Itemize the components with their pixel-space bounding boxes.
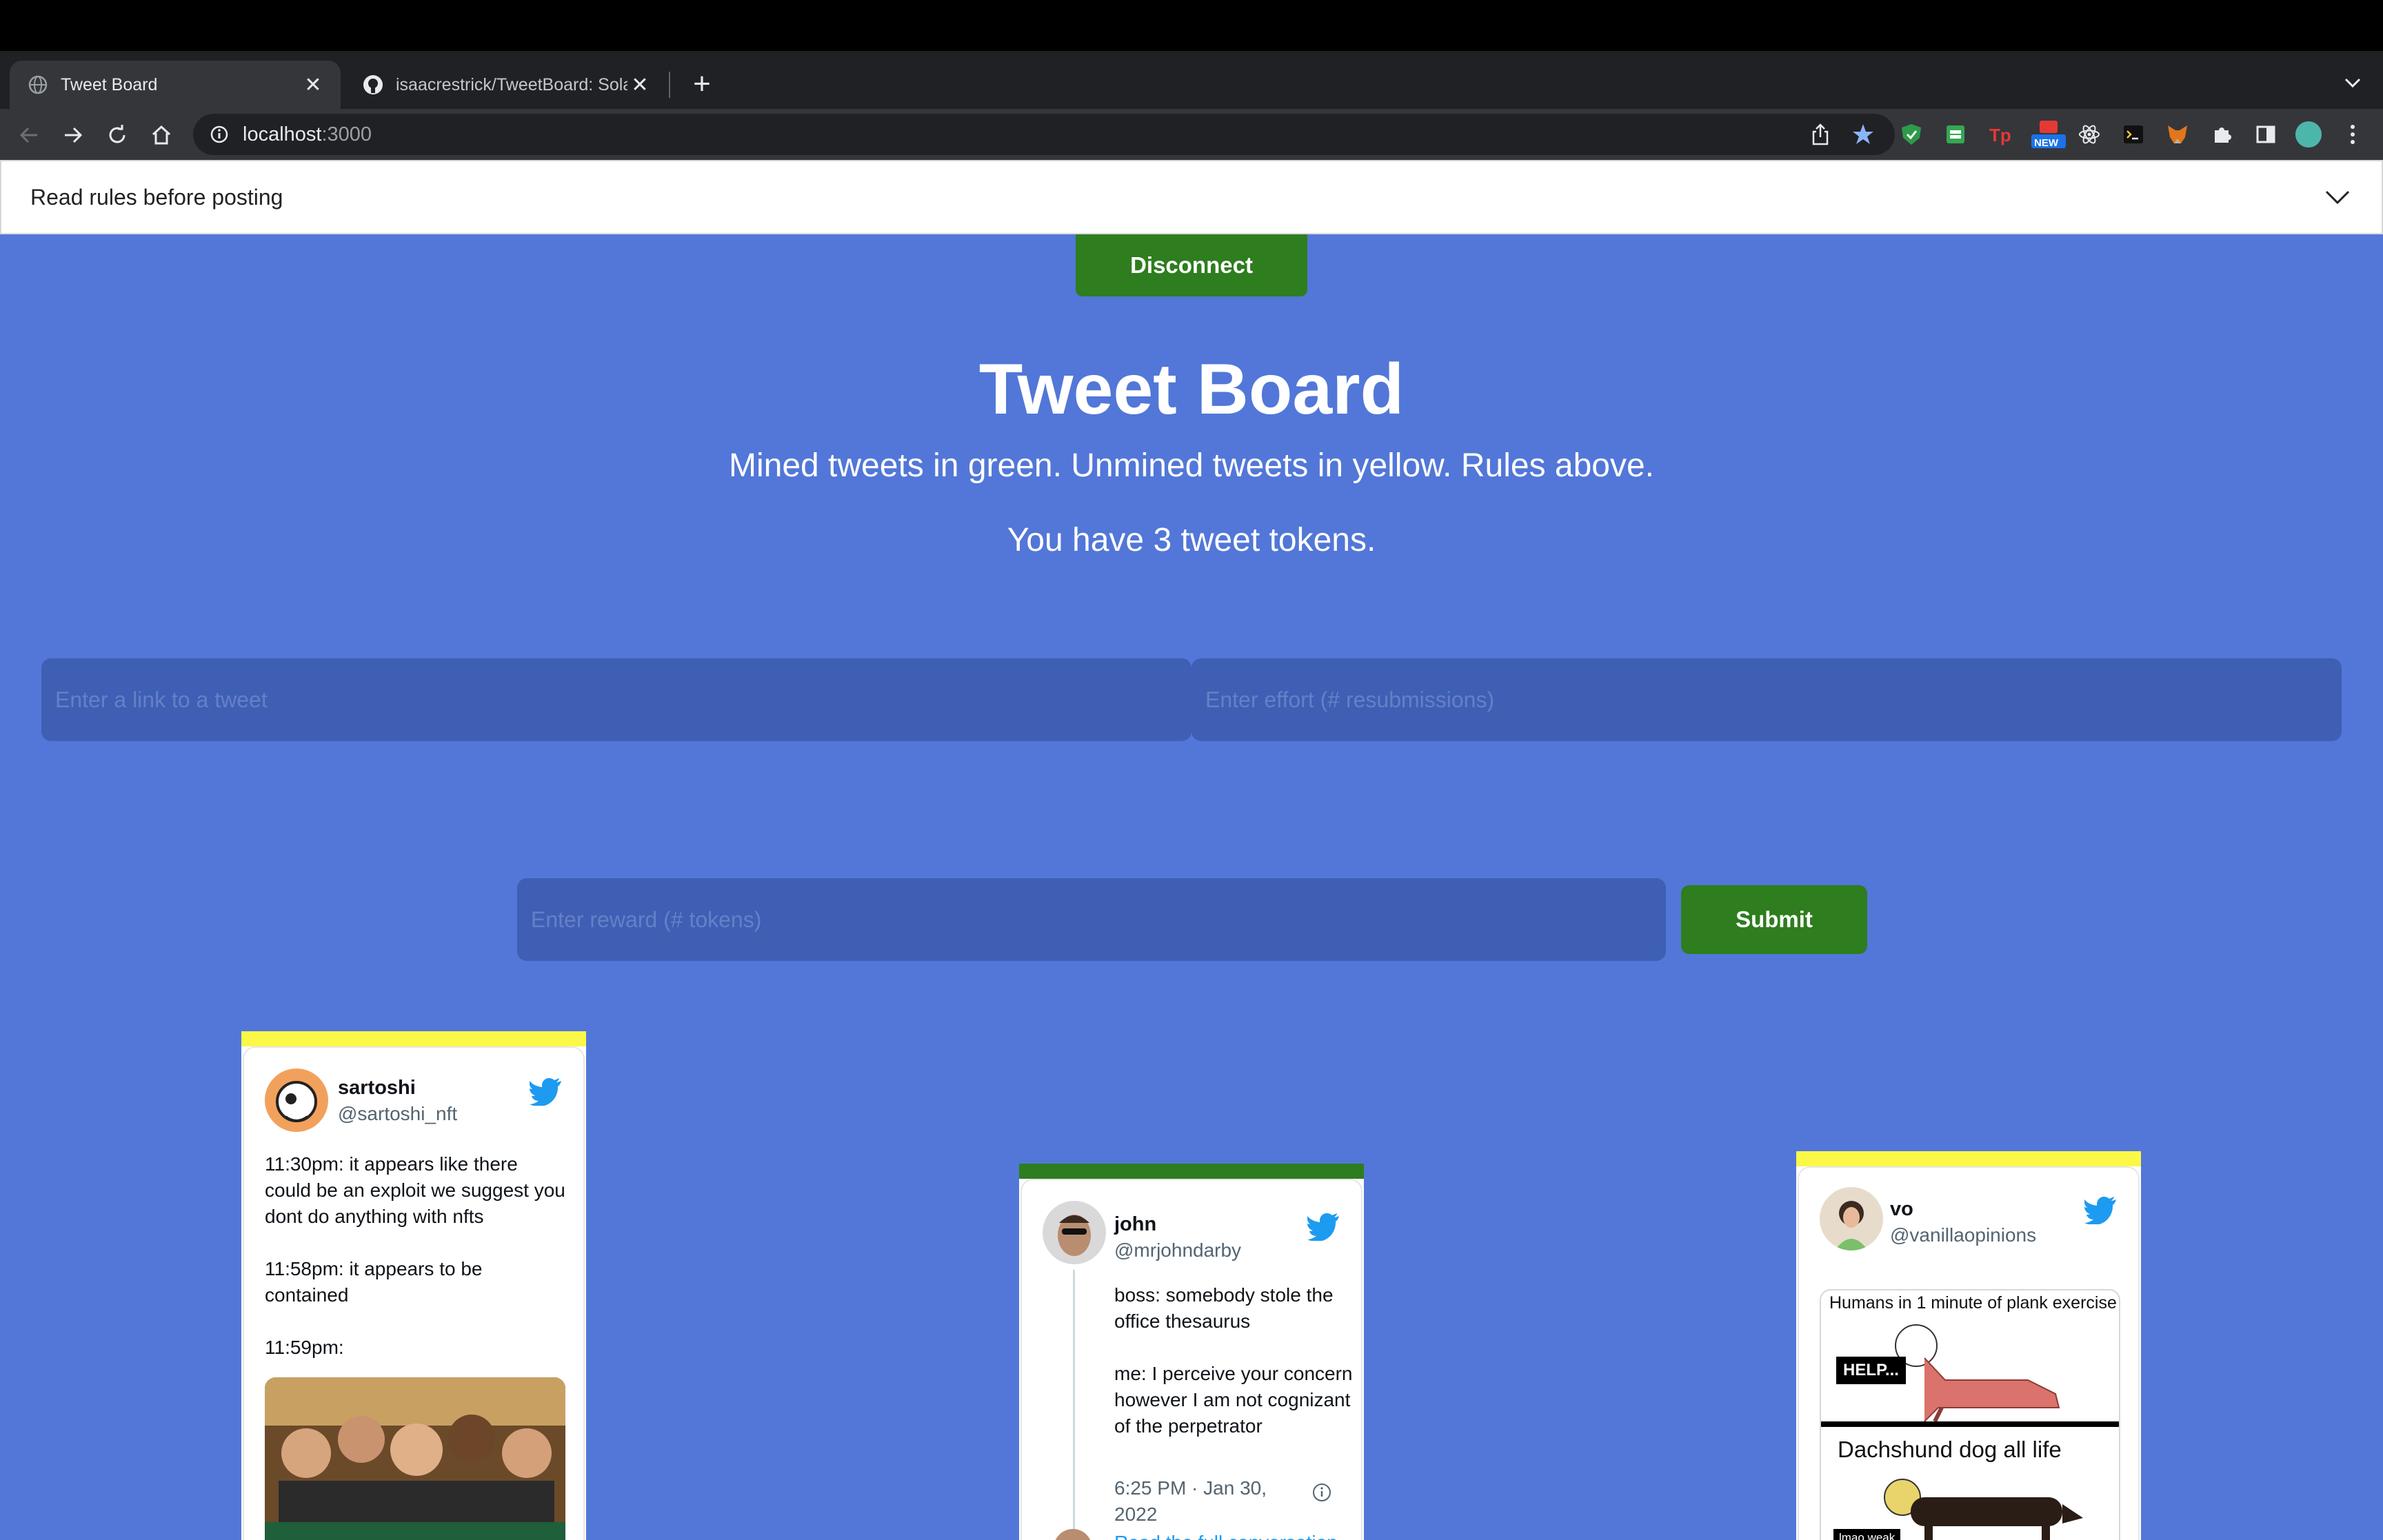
new-badge-label: NEW [2034, 137, 2058, 149]
tab-github[interactable]: isaacrestrick/TweetBoard: Sola ✕ [345, 61, 667, 109]
side-panel-icon[interactable] [2252, 121, 2280, 148]
mined-status-strip [1019, 1164, 1364, 1179]
twitter-bird-icon[interactable] [2084, 1195, 2118, 1224]
close-tab-icon[interactable]: ✕ [301, 72, 325, 97]
svg-text:Tp: Tp [1989, 125, 2011, 145]
tweet-photo[interactable] [265, 1377, 565, 1540]
react-devtools-icon[interactable] [2075, 121, 2103, 148]
bookmark-star-icon[interactable] [1849, 121, 1877, 148]
browser-toolbar: localhost:3000 Tp NEW [0, 109, 2383, 160]
avatar [1043, 1201, 1106, 1264]
twitter-bird-icon[interactable] [1307, 1212, 1340, 1241]
meme-tag-label: lmao weak [1833, 1529, 1901, 1540]
token-balance: You have 3 tweet tokens. [1007, 522, 1376, 558]
github-icon [363, 74, 383, 95]
close-tab-icon[interactable]: ✕ [627, 72, 652, 97]
tab-search-chevron-icon[interactable] [2339, 69, 2366, 97]
tweet-author-handle: @vanillaopinions [1890, 1224, 2037, 1246]
chevron-down-icon [2325, 190, 2350, 205]
profile-avatar-icon[interactable] [2295, 121, 2322, 148]
sheets-extension-icon[interactable] [1942, 121, 1969, 148]
window-titlebar [0, 0, 2383, 51]
home-icon[interactable] [145, 119, 178, 152]
tweet-text: 11:30pm: it appears like there could be … [265, 1153, 565, 1358]
meme-top-caption: Humans in 1 minute of plank exercise [1829, 1293, 2117, 1313]
tweet-card[interactable]: vo @vanillaopinions Humans in 1 minute o… [1796, 1151, 2141, 1540]
more-menu-icon[interactable] [2339, 121, 2366, 148]
tab-strip: Tweet Board ✕ isaacrestrick/TweetBoard: … [0, 51, 2383, 109]
unmined-status-strip [241, 1031, 586, 1046]
avatar [265, 1068, 328, 1132]
forward-icon[interactable] [57, 119, 90, 152]
reward-input[interactable] [517, 878, 1666, 961]
globe-icon [28, 74, 48, 95]
site-info-icon[interactable] [208, 123, 230, 145]
tweet-author-name: john [1114, 1213, 1157, 1235]
meme-help-label: HELP... [1836, 1357, 1906, 1384]
read-full-conversation-link[interactable]: Read the full conversation [1114, 1532, 1338, 1540]
unmined-status-strip [1796, 1151, 2141, 1166]
twitter-bird-icon[interactable] [530, 1077, 563, 1106]
reply-avatar [1054, 1529, 1092, 1540]
tweet-author-handle: @mrjohndarby [1114, 1239, 1242, 1261]
tab-title: Tweet Board [61, 74, 158, 94]
new-badge-extension-icon[interactable]: NEW [2030, 121, 2067, 149]
terminal-extension-icon[interactable] [2120, 121, 2147, 148]
meme-bottom-caption: Dachshund dog all life [1838, 1437, 2062, 1462]
tweet-meme-image[interactable]: Humans in 1 minute of plank exercise HEL… [1820, 1289, 2120, 1540]
tab-separator [669, 72, 670, 98]
effort-input[interactable] [1192, 658, 2342, 741]
tweet-card[interactable]: john @mrjohndarby boss: somebody stole t… [1019, 1164, 1364, 1540]
submit-button[interactable]: Submit [1681, 885, 1867, 954]
tweet-author-name: sartoshi [338, 1077, 416, 1099]
tweet-card[interactable]: sartoshi @sartoshi_nft 11:30pm: it appea… [241, 1031, 586, 1540]
tweet-link-input[interactable] [41, 658, 1192, 741]
thread-line [1073, 1270, 1075, 1539]
url-host: localhost [243, 123, 322, 145]
avatar [1820, 1187, 1883, 1250]
page-title: Tweet Board [978, 349, 1405, 429]
meme-divider [1821, 1421, 2119, 1427]
tab-title: isaacrestrick/TweetBoard: Sola [396, 74, 627, 94]
rules-accordion-label: Read rules before posting [30, 184, 283, 210]
tweet-text: boss: somebody stole the office thesauru… [1114, 1284, 1353, 1437]
back-icon[interactable] [12, 119, 46, 152]
page-subtitle: Mined tweets in green. Unmined tweets in… [728, 447, 1655, 484]
tweet-author-name: vo [1890, 1198, 1913, 1220]
tab-tweet-board[interactable]: Tweet Board ✕ [10, 61, 341, 109]
share-icon[interactable] [1807, 121, 1834, 148]
tweet-author-handle: @sartoshi_nft [338, 1103, 458, 1124]
rules-accordion[interactable]: Read rules before posting [0, 160, 2383, 234]
info-icon[interactable] [1311, 1482, 1332, 1503]
address-bar[interactable]: localhost:3000 [193, 114, 1895, 155]
tp-extension-icon[interactable]: Tp [1986, 121, 2013, 148]
extensions-puzzle-icon[interactable] [2208, 121, 2235, 148]
reload-icon[interactable] [101, 119, 134, 152]
tweet-timestamp[interactable]: 6:25 PM · Jan 30, 2022 [1114, 1475, 1294, 1528]
metamask-fox-icon[interactable] [2164, 121, 2191, 148]
shield-extension-icon[interactable] [1898, 121, 1925, 148]
new-tab-icon[interactable]: + [685, 66, 718, 102]
disconnect-button[interactable]: Disconnect [1076, 234, 1307, 296]
url-port: :3000 [321, 123, 372, 145]
